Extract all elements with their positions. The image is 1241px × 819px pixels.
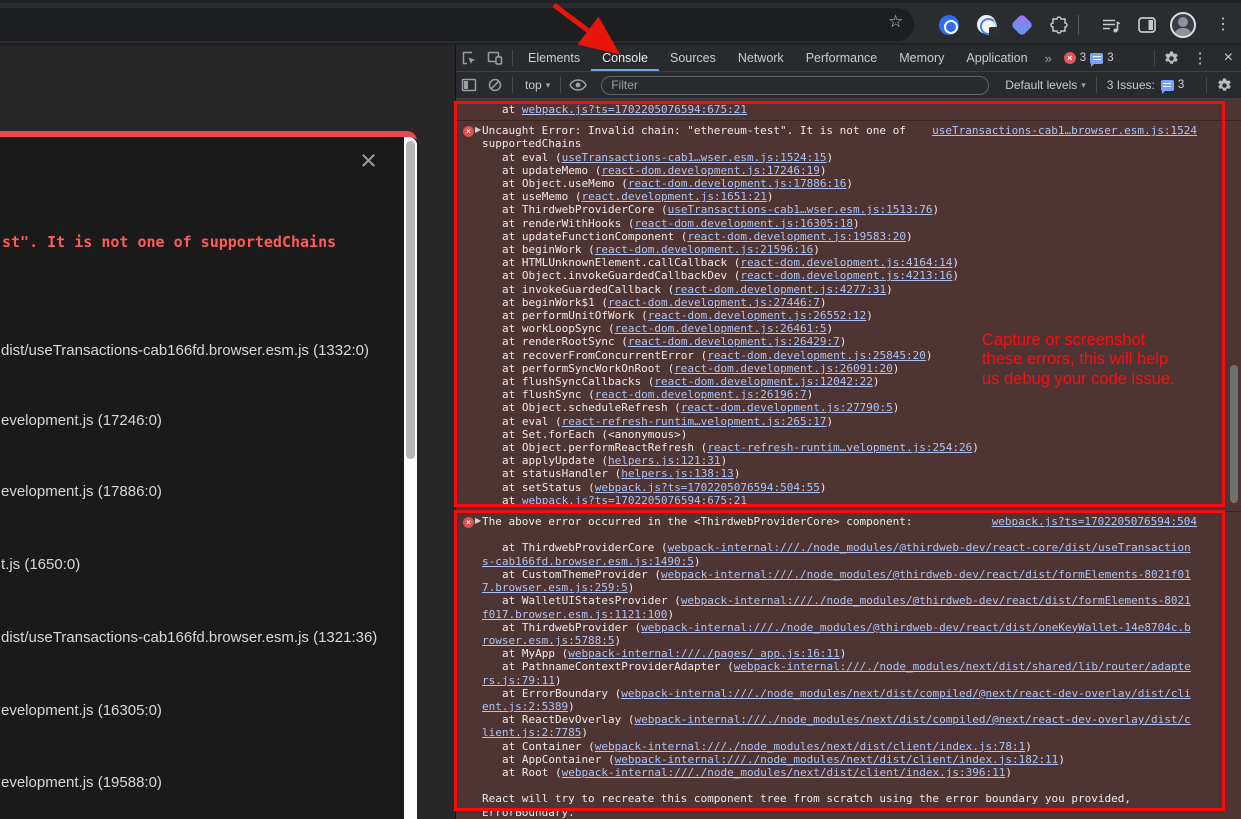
- tabs-overflow-chevron[interactable]: »: [1039, 51, 1058, 66]
- overlay-error-text: st". It is not one of supportedChains: [2, 233, 336, 251]
- toolbar-separator: [1206, 77, 1207, 93]
- overlay-scrollbar-thumb[interactable]: [406, 141, 415, 459]
- omnibox[interactable]: [0, 8, 914, 41]
- default-levels-dropdown[interactable]: Default levels: [1005, 78, 1077, 92]
- toolbar-separator: [1078, 15, 1079, 35]
- eye-icon[interactable]: [565, 72, 591, 98]
- annotation-note-line: Capture or screenshot: [982, 331, 1175, 350]
- overlay-stack-frame: t.js (1650:0): [1, 556, 80, 573]
- error-count-badge[interactable]: × 3 3: [1064, 52, 1114, 64]
- devtools-close-icon[interactable]: ×: [1216, 49, 1241, 67]
- console-sidebar-icon[interactable]: [456, 72, 482, 98]
- annotation-note-line: these errors, this will help: [982, 350, 1175, 369]
- error-badge-icon: ×: [1064, 52, 1076, 64]
- overlay-stack-frame: evelopment.js (19588:0): [1, 774, 162, 791]
- overlay-close-icon[interactable]: ×: [360, 145, 377, 178]
- side-panel-icon[interactable]: [1138, 17, 1156, 33]
- chevron-down-icon: ▾: [1081, 80, 1086, 91]
- tab-application[interactable]: Application: [955, 45, 1038, 71]
- annotation-note-line: us debug your code issue.: [982, 370, 1175, 389]
- extensions-puzzle-icon[interactable]: [1049, 15, 1069, 35]
- devtools-kebab-icon[interactable]: ⋮: [1185, 49, 1216, 67]
- extension-blue-icon[interactable]: [939, 15, 959, 35]
- toolbar-separator: [512, 77, 513, 93]
- annotation-rect-1: [454, 101, 1225, 507]
- annotation-note: Capture or screenshotthese errors, this …: [982, 331, 1175, 389]
- overlay-stack-frame: evelopment.js (16305:0): [1, 702, 162, 719]
- overlay-stack-frame: evelopment.js (17886:0): [1, 483, 162, 500]
- device-toolbar-icon[interactable]: [482, 45, 508, 71]
- bookmark-star-icon[interactable]: ☆: [888, 12, 903, 32]
- annotation-rect-2: [454, 510, 1225, 811]
- devtools-gear-icon[interactable]: [1159, 45, 1185, 71]
- issues-label[interactable]: 3 Issues:: [1107, 78, 1155, 92]
- overlay-stack-frame: evelopment.js (17246:0): [1, 412, 162, 429]
- tab-memory[interactable]: Memory: [888, 45, 955, 71]
- browser-window: ☆ ⋮ × st". It is not one of supportedCha…: [0, 0, 1241, 819]
- error-overlay-dialog: × st". It is not one of supportedChains …: [0, 131, 417, 819]
- overlay-scrollbar[interactable]: [404, 137, 417, 819]
- toolbar-separator: [560, 77, 561, 93]
- toolbar-separator: [1154, 50, 1155, 66]
- context-selector[interactable]: top: [525, 78, 542, 92]
- issues-bubble-icon: [1161, 80, 1174, 91]
- extension-clock-icon[interactable]: [977, 15, 996, 34]
- issues-count: 3: [1178, 79, 1184, 91]
- chevron-down-icon: ▾: [546, 80, 551, 91]
- filter-input[interactable]: [601, 76, 989, 95]
- playlist-icon[interactable]: [1101, 18, 1121, 34]
- annotation-arrow: [540, 0, 630, 56]
- toolbar-separator: [512, 50, 513, 66]
- overlay-stack-frame: dist/useTransactions-cab166fd.browser.es…: [1, 342, 369, 359]
- tab-performance[interactable]: Performance: [795, 45, 889, 71]
- overlay-stack-frame: dist/useTransactions-cab166fd.browser.es…: [1, 629, 377, 646]
- console-scrollbar-thumb[interactable]: [1230, 365, 1238, 503]
- console-settings-gear-icon[interactable]: [1211, 72, 1237, 98]
- tab-sources[interactable]: Sources: [659, 45, 727, 71]
- clear-console-icon[interactable]: [482, 72, 508, 98]
- profile-avatar[interactable]: [1170, 12, 1196, 38]
- tab-network[interactable]: Network: [727, 45, 795, 71]
- console-toolbar: top ▾ Default levels ▾ 3 Issues: 3: [456, 72, 1241, 99]
- browser-menu-kebab-icon[interactable]: ⋮: [1215, 15, 1231, 35]
- inspect-icon[interactable]: [456, 45, 482, 71]
- extension-diamond-icon[interactable]: [1011, 14, 1034, 37]
- toolbar-separator: [1096, 77, 1097, 93]
- message-bubble-icon: [1090, 53, 1103, 64]
